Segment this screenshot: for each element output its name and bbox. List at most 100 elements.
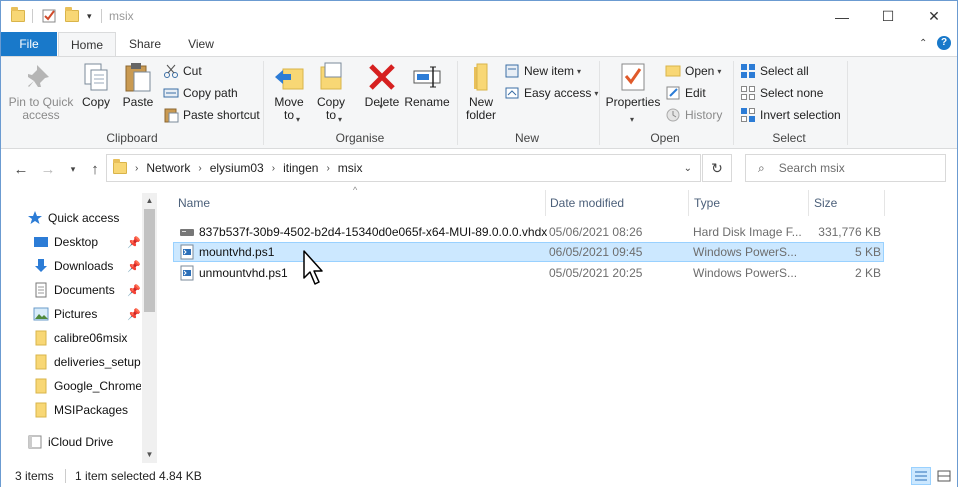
navpane-scrollbar-thumb[interactable] <box>144 209 155 312</box>
nav-item-calibre06msix[interactable]: calibre06msix <box>33 327 127 349</box>
tab-home[interactable]: Home <box>58 32 116 57</box>
easy-access-button[interactable]: Easy access ▾ <box>504 83 598 103</box>
column-separator[interactable] <box>688 190 689 216</box>
copy-to-chevron-icon: ▾ <box>338 115 343 124</box>
new-folder-icon <box>465 61 497 93</box>
refresh-icon[interactable]: ↻ <box>702 154 732 182</box>
nav-item-desktop[interactable]: Desktop <box>33 231 98 253</box>
search-input[interactable]: Search msix <box>779 161 845 175</box>
mouse-cursor-icon <box>303 250 323 285</box>
select-all-button[interactable]: Select all <box>740 61 809 81</box>
nav-item-documents[interactable]: Documents <box>33 279 115 301</box>
folder-icon <box>33 330 49 346</box>
file-name: unmountvhd.ps1 <box>199 266 288 280</box>
pin-icon <box>25 61 57 93</box>
file-row-selected[interactable]: mountvhd.ps1 06/05/2021 09:45 Windows Po… <box>173 242 884 262</box>
copy-to-button[interactable]: Copy to ▾ <box>313 61 349 124</box>
column-separator[interactable] <box>545 190 546 216</box>
copy-path-button[interactable]: Copy path <box>163 83 238 103</box>
forward-arrow-icon[interactable]: → <box>38 159 58 179</box>
delete-button[interactable]: Delete ▾ <box>363 61 401 111</box>
title-separator <box>32 7 33 25</box>
copy-path-label: Copy path <box>183 86 238 100</box>
maximize-button[interactable]: ☐ <box>865 1 911 32</box>
tab-view[interactable]: View <box>173 32 229 56</box>
file-row[interactable]: 837b537f-30b9-4502-b2d4-15340d0e065f-x64… <box>173 222 884 242</box>
paste-shortcut-icon <box>163 107 179 123</box>
file-date: 06/05/2021 09:45 <box>549 245 643 259</box>
nav-item-downloads[interactable]: Downloads <box>33 255 113 277</box>
paste-button[interactable]: Paste <box>119 61 157 109</box>
paste-shortcut-label: Paste shortcut <box>183 108 260 122</box>
file-row[interactable]: unmountvhd.ps1 05/05/2021 20:25 Windows … <box>173 263 884 283</box>
ribbon: Pin to Quick access Copy Paste Cut Copy … <box>1 56 957 149</box>
properties-button[interactable]: Properties ▾ <box>605 61 661 124</box>
properties-quick-icon[interactable] <box>41 7 57 25</box>
cut-button[interactable]: Cut <box>163 61 202 81</box>
new-folder-button[interactable]: New folder <box>461 61 501 122</box>
up-arrow-icon[interactable]: ↑ <box>85 159 105 179</box>
collapse-ribbon-icon[interactable]: ⌃ <box>919 38 927 49</box>
breadcrumb-network[interactable]: Network <box>146 161 190 175</box>
nav-item-quick-access[interactable]: Quick access <box>27 207 119 229</box>
search-box[interactable]: ⌕ Search msix <box>745 154 946 182</box>
breadcrumb-chevron-icon[interactable]: › <box>198 163 201 174</box>
tab-share[interactable]: Share <box>119 32 171 56</box>
recent-locations-chevron-icon[interactable]: ▾ <box>63 159 83 179</box>
invert-selection-button[interactable]: Invert selection <box>740 105 841 125</box>
open-button[interactable]: Open ▾ <box>665 61 721 81</box>
window-folder-icon <box>11 7 25 25</box>
close-button[interactable]: ✕ <box>911 1 957 32</box>
column-header-size[interactable]: Size <box>814 196 837 210</box>
breadcrumb-msix[interactable]: msix <box>338 161 363 175</box>
copy-button[interactable]: Copy <box>79 61 113 109</box>
download-icon <box>33 258 49 274</box>
invert-selection-label: Invert selection <box>760 108 841 122</box>
nav-item-pictures[interactable]: Pictures <box>33 303 97 325</box>
new-item-icon <box>504 63 520 79</box>
nav-item-icloud-drive[interactable]: iCloud Drive <box>27 431 113 453</box>
history-button[interactable]: History <box>665 105 722 125</box>
new-item-button[interactable]: New item ▾ <box>504 61 581 81</box>
tab-file[interactable]: File <box>1 32 57 56</box>
select-all-icon <box>740 63 756 79</box>
open-group-label: Open <box>650 131 680 145</box>
address-bar[interactable]: › Network › elysium03 › itingen › msix ⌄ <box>106 154 701 182</box>
pin-to-quick-access-button[interactable]: Pin to Quick access <box>7 61 75 122</box>
nav-label: Google_Chrome <box>54 379 141 393</box>
paste-shortcut-button[interactable]: Paste shortcut <box>163 105 260 125</box>
minimize-button[interactable]: — <box>819 1 865 32</box>
column-header-type[interactable]: Type <box>694 196 720 210</box>
rename-button[interactable]: Rename <box>404 61 450 109</box>
properties-label: Properties <box>605 95 661 109</box>
nav-item-google-chrome[interactable]: Google_Chrome <box>33 375 141 397</box>
back-arrow-icon[interactable]: ← <box>11 159 31 179</box>
customize-quick-access-icon[interactable]: ▾ <box>87 7 92 25</box>
nav-item-deliveries-setup[interactable]: deliveries_setupE <box>33 351 141 373</box>
file-name: 837b537f-30b9-4502-b2d4-15340d0e065f-x64… <box>199 225 548 239</box>
address-history-chevron-icon[interactable]: ⌄ <box>684 163 692 174</box>
organise-group-label: Organise <box>335 131 385 145</box>
details-view-icon[interactable] <box>911 467 931 485</box>
column-header-date-modified[interactable]: Date modified <box>550 196 624 210</box>
edit-button[interactable]: Edit <box>665 83 706 103</box>
breadcrumb-itingen[interactable]: itingen <box>283 161 318 175</box>
large-icons-view-icon[interactable] <box>934 467 954 485</box>
help-icon[interactable]: ? <box>937 36 951 50</box>
breadcrumb-chevron-icon[interactable]: › <box>272 163 275 174</box>
breadcrumb-chevron-icon[interactable]: › <box>326 163 329 174</box>
column-header-name[interactable]: Name <box>178 196 210 210</box>
select-none-button[interactable]: Select none <box>740 83 823 103</box>
breadcrumb-elysium03[interactable]: elysium03 <box>210 161 264 175</box>
nav-item-msipackages[interactable]: MSIPackages <box>33 399 128 421</box>
column-separator[interactable] <box>808 190 809 216</box>
select-none-icon <box>740 85 756 101</box>
scroll-up-arrow-icon[interactable]: ▲ <box>142 194 157 208</box>
new-folder-quick-icon[interactable] <box>65 7 79 25</box>
move-to-button[interactable]: Move to ▾ <box>271 61 307 124</box>
column-separator[interactable] <box>884 190 885 216</box>
breadcrumb-chevron-icon[interactable]: › <box>135 163 138 174</box>
file-name: mountvhd.ps1 <box>199 245 275 259</box>
move-to-icon <box>273 61 305 93</box>
scroll-down-arrow-icon[interactable]: ▼ <box>142 448 157 462</box>
